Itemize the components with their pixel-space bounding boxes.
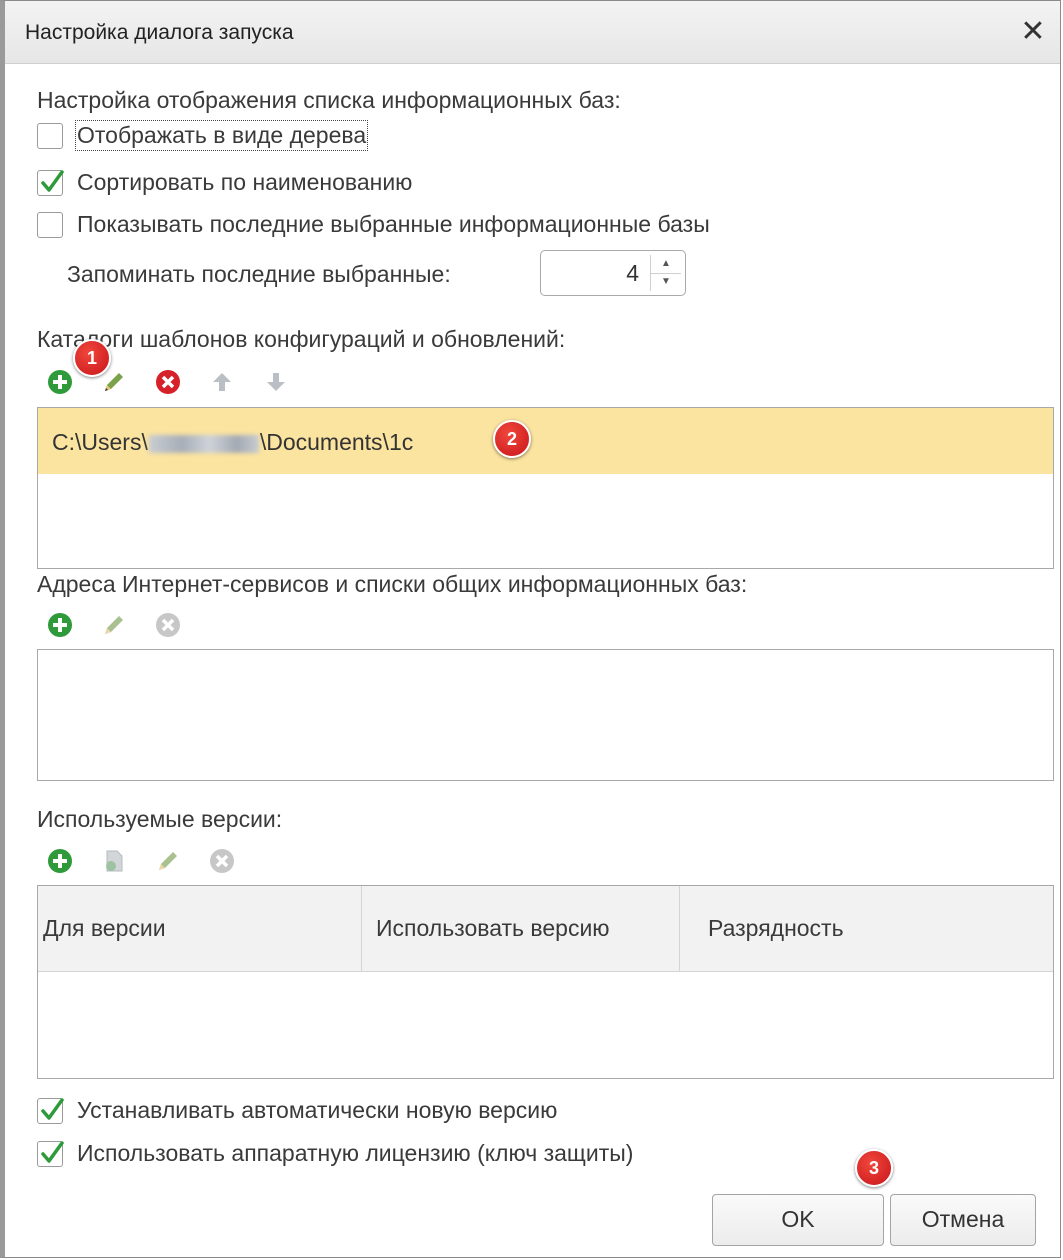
column-header-bitness[interactable]: Разрядность xyxy=(680,886,1053,971)
checkbox-box[interactable] xyxy=(37,1097,64,1124)
auto-install-checkbox[interactable]: Устанавливать автоматически новую версию xyxy=(37,1097,557,1124)
list-item[interactable]: C:\Users\ \Documents\1c xyxy=(38,408,1053,474)
template-path: C:\Users\ \Documents\1c xyxy=(52,429,413,456)
templates-list[interactable]: C:\Users\ \Documents\1c xyxy=(37,407,1054,569)
column-header-for-version[interactable]: Для версии xyxy=(38,886,362,971)
path-suffix: \Documents\1c xyxy=(259,429,414,455)
checkbox-box[interactable] xyxy=(37,122,63,149)
hardware-license-label: Использовать аппаратную лицензию (ключ з… xyxy=(77,1140,634,1166)
move-down-icon[interactable] xyxy=(263,369,289,395)
redacted-username xyxy=(148,434,259,453)
ok-button[interactable]: OK xyxy=(712,1194,884,1246)
auto-install-label: Устанавливать автоматически новую версию xyxy=(77,1097,558,1123)
spinner-arrows: ▲ ▼ xyxy=(650,255,681,291)
hardware-license-checkbox[interactable]: Использовать аппаратную лицензию (ключ з… xyxy=(37,1140,633,1167)
versions-toolbar xyxy=(47,848,263,874)
internet-toolbar xyxy=(47,612,209,638)
title-bar: Настройка диалога запуска ✕ xyxy=(5,1,1060,64)
delete-icon[interactable] xyxy=(155,612,181,638)
window-title: Настройка диалога запуска xyxy=(25,21,294,44)
delete-icon[interactable] xyxy=(209,848,235,874)
spinner-down-icon[interactable]: ▼ xyxy=(651,273,681,291)
templates-heading: Каталоги шаблонов конфигураций и обновле… xyxy=(37,326,566,352)
tree-view-label: Отображать в виде дерева xyxy=(74,120,369,151)
versions-table-header: Для версии Использовать версию Разряднос… xyxy=(38,886,1053,972)
remember-count-value[interactable]: 4 xyxy=(626,260,639,287)
add-icon[interactable] xyxy=(47,848,73,874)
add-icon[interactable] xyxy=(47,369,73,395)
annotation-badge-3: 3 xyxy=(855,1149,893,1187)
versions-table[interactable]: Для версии Использовать версию Разряднос… xyxy=(37,885,1054,1079)
annotation-badge-1: 1 xyxy=(73,339,111,377)
checkmark-icon xyxy=(41,1140,64,1163)
edit-icon[interactable] xyxy=(155,848,181,874)
checkbox-box[interactable] xyxy=(37,211,63,238)
spinner-up-icon[interactable]: ▲ xyxy=(651,255,681,274)
checkmark-icon xyxy=(41,1097,64,1120)
edit-icon[interactable] xyxy=(101,369,127,395)
close-button[interactable]: ✕ xyxy=(1016,15,1050,49)
versions-heading: Используемые версии: xyxy=(37,806,283,832)
launch-settings-dialog: Настройка диалога запуска ✕ Настройка от… xyxy=(0,0,1061,1258)
column-header-use-version[interactable]: Использовать версию xyxy=(362,886,680,971)
checkmark-icon xyxy=(41,169,64,192)
remember-recent-label: Запоминать последние выбранные: xyxy=(67,261,451,287)
path-prefix: C:\Users\ xyxy=(52,429,148,455)
sort-by-name-checkbox[interactable]: Сортировать по наименованию xyxy=(37,169,412,196)
remember-count-spinner[interactable]: 4 ▲ ▼ xyxy=(540,250,686,296)
annotation-badge-2: 2 xyxy=(493,420,531,458)
add-icon[interactable] xyxy=(47,612,73,638)
move-up-icon[interactable] xyxy=(209,369,235,395)
internet-services-list[interactable] xyxy=(37,649,1054,781)
cancel-button[interactable]: Отмена xyxy=(890,1194,1036,1246)
internet-services-heading: Адреса Интернет-сервисов и списки общих … xyxy=(37,571,748,597)
checkbox-box[interactable] xyxy=(37,169,64,196)
checkbox-box[interactable] xyxy=(37,1140,64,1167)
edit-icon[interactable] xyxy=(101,612,127,638)
show-recent-label: Показывать последние выбранные информаци… xyxy=(77,211,710,237)
delete-icon[interactable] xyxy=(155,369,181,395)
tree-view-checkbox[interactable]: Отображать в виде дерева xyxy=(37,120,369,151)
display-settings-heading: Настройка отображения списка информацион… xyxy=(37,87,621,113)
sort-by-name-label: Сортировать по наименованию xyxy=(77,169,413,195)
show-recent-checkbox[interactable]: Показывать последние выбранные информаци… xyxy=(37,211,710,238)
copy-icon[interactable] xyxy=(101,848,127,874)
